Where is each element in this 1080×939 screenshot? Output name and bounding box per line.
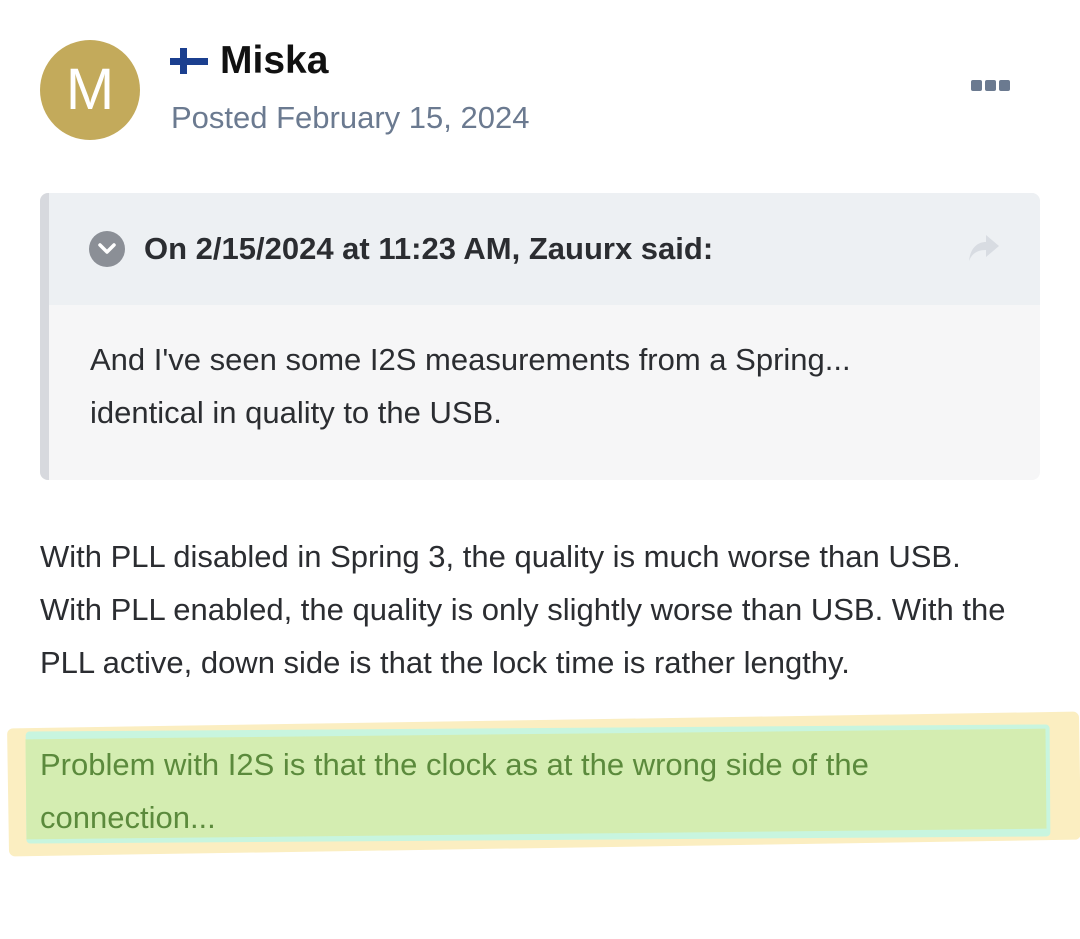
quote-block: On 2/15/2024 at 11:23 AM, Zauurx said: A… [40,193,1040,480]
quote-border [40,193,49,480]
post-line: With PLL disabled in Spring 3, the quali… [40,539,961,574]
finland-flag-icon [170,48,208,74]
post-header: M Miska Posted February 15, 2024 [40,39,1040,150]
quote-header: On 2/15/2024 at 11:23 AM, Zauurx said: [49,193,1040,305]
avatar[interactable]: M [40,40,140,140]
menu-dot [971,80,982,91]
highlighted-line: Problem with I2S is that the clock as at… [40,747,869,782]
author-name[interactable]: Miska [220,39,328,83]
quote-line: And I've seen some I2S measurements from… [90,342,851,377]
highlighted-line: connection... [40,800,216,835]
highlighted-text: Problem with I2S is that the clock as at… [40,738,1040,844]
post-text: With PLL disabled in Spring 3, the quali… [40,530,1050,689]
more-options-icon[interactable] [971,80,1010,91]
chevron-down-icon[interactable] [89,231,125,267]
author-line: Miska [170,39,328,83]
quote-citation[interactable]: On 2/15/2024 at 11:23 AM, Zauurx said: [144,228,713,270]
menu-dot [985,80,996,91]
post-line: With PLL enabled, the quality is only sl… [40,592,1006,627]
post-date: Posted February 15, 2024 [171,100,530,135]
menu-dot [999,80,1010,91]
post-line: PLL active, down side is that the lock t… [40,645,850,680]
quote-line: identical in quality to the USB. [90,395,502,430]
quote-text: And I've seen some I2S measurements from… [90,333,970,439]
share-icon[interactable] [966,231,1002,270]
